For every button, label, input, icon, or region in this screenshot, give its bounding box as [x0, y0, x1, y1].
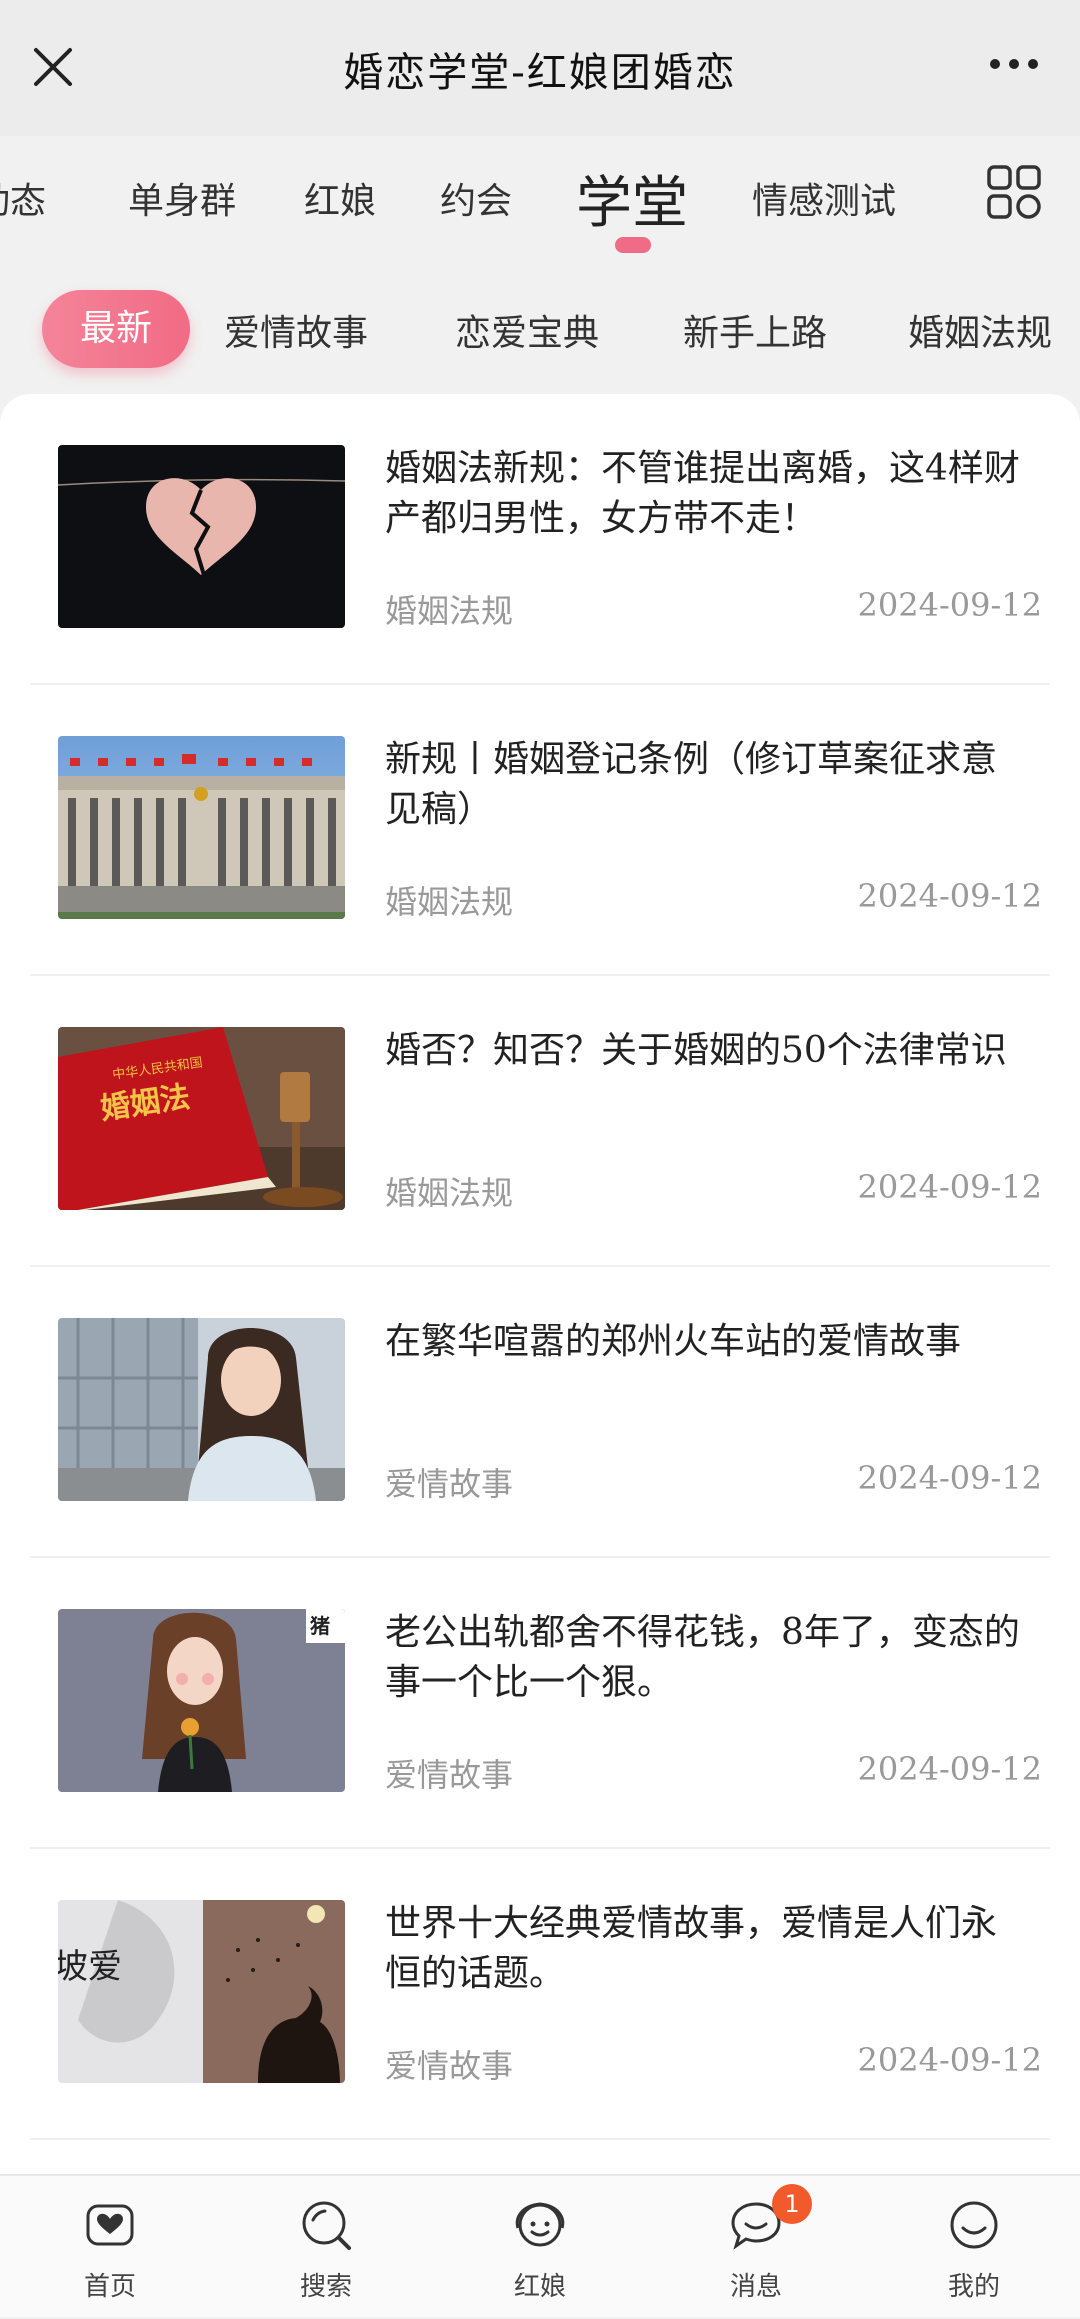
article-category: 爱情故事 — [385, 1756, 514, 1794]
article-category: 婚姻法规 — [385, 592, 514, 630]
article-date: 2024-09-12 — [857, 1459, 1043, 1497]
nav-messages-label: 消息 — [729, 2272, 782, 2302]
article-date: 2024-09-12 — [857, 586, 1043, 624]
article-item[interactable]: 新规丨婚姻登记条例（修订草案征求意见稿） 婚姻法规 2024-09-12 — [30, 685, 1050, 976]
profile-icon — [947, 2198, 1001, 2252]
category-grid-icon[interactable] — [986, 164, 1042, 220]
article-item[interactable]: 猪 老公出轨都舍不得花钱，8年了，变态的事一个比一个狠。 爱情故事 2024-0… — [30, 1558, 1050, 1849]
article-category: 婚姻法规 — [385, 883, 514, 921]
article-item[interactable]: 婚姻法新规：不管谁提出离婚，这4样财产都归男性，女方带不走！ 婚姻法规 2024… — [30, 394, 1050, 685]
svg-text:坡爱: 坡爱 — [58, 1947, 122, 1987]
article-thumbnail-love-collage: 坡爱 — [58, 1900, 345, 2083]
article-category: 爱情故事 — [385, 1465, 514, 1503]
article-thumbnail-girl-station — [58, 1318, 345, 1501]
nav-home-label: 首页 — [83, 2272, 136, 2302]
nav-profile-label: 我的 — [947, 2272, 1000, 2302]
article-date: 2024-09-12 — [857, 1750, 1043, 1788]
article-item[interactable]: 中华人民共和国 婚姻法 婚否？知否？关于婚姻的50个法律常识 婚姻法规 2024… — [30, 976, 1050, 1267]
category-tab-dynamic[interactable]: 动态 — [0, 172, 46, 224]
subtab-dating-guide[interactable]: 恋爱宝典 — [455, 304, 599, 356]
article-category: 爱情故事 — [385, 2047, 514, 2085]
nav-matchmaker[interactable]: 红娘 — [460, 2176, 620, 2319]
nav-search[interactable]: 搜索 — [246, 2176, 406, 2319]
article-title: 新规丨婚姻登记条例（修订草案征求意见稿） — [385, 739, 998, 830]
category-tab-dating[interactable]: 约会 — [440, 172, 512, 224]
sub-tabs: 最新 爱情故事 恋爱宝典 新手上路 婚姻法规 — [0, 266, 1080, 396]
search-icon — [299, 2198, 353, 2252]
article-item[interactable]: 在繁华喧嚣的郑州火车站的爱情故事 爱情故事 2024-09-12 — [30, 1267, 1050, 1558]
window-title: 婚恋学堂-红娘团婚恋 — [343, 50, 737, 96]
category-nav: 动态 单身群 红娘 约会 学堂 情感测试 — [0, 136, 1080, 266]
nav-messages[interactable]: 1 消息 — [676, 2176, 836, 2319]
nav-profile[interactable]: 我的 — [894, 2176, 1054, 2319]
nav-search-label: 搜索 — [299, 2272, 352, 2302]
article-date: 2024-09-12 — [857, 2041, 1043, 2079]
article-thumbnail-broken-heart — [58, 445, 345, 628]
subtab-beginners[interactable]: 新手上路 — [683, 304, 827, 356]
article-title: 老公出轨都舍不得花钱，8年了，变态的事一个比一个狠。 — [385, 1612, 1020, 1703]
article-thumbnail-great-hall — [58, 736, 345, 919]
article-title: 世界十大经典爱情故事，爱情是人们永恒的话题。 — [385, 1903, 998, 1994]
matchmaker-icon — [513, 2198, 567, 2252]
nav-home[interactable]: 首页 — [30, 2176, 190, 2319]
article-date: 2024-09-12 — [857, 877, 1043, 915]
active-tab-indicator — [615, 237, 651, 253]
subtab-love-stories[interactable]: 爱情故事 — [224, 304, 368, 356]
article-date: 2024-09-12 — [857, 1168, 1043, 1206]
article-title: 在繁华喧嚣的郑州火车站的爱情故事 — [385, 1321, 962, 1362]
category-tab-emotion-test[interactable]: 情感测试 — [752, 172, 896, 224]
unread-badge: 1 — [772, 2184, 812, 2224]
article-thumbnail-law-book: 中华人民共和国 婚姻法 — [58, 1027, 345, 1210]
article-thumbnail-girl-flower: 猪 — [58, 1609, 345, 1792]
article-item[interactable]: 坡爱 世界十大经典爱情故事，爱情是人们永恒的话题。 爱情故事 2024-09-1… — [30, 1849, 1050, 2140]
article-title: 婚否？知否？关于婚姻的50个法律常识 — [385, 1030, 1007, 1071]
nav-matchmaker-label: 红娘 — [513, 2272, 566, 2302]
category-tab-singles-group[interactable]: 单身群 — [128, 172, 236, 224]
title-bar: 婚恋学堂-红娘团婚恋 — [0, 0, 1080, 136]
article-title: 婚姻法新规：不管谁提出离婚，这4样财产都归男性，女方带不走！ — [385, 448, 1020, 539]
article-category: 婚姻法规 — [385, 1174, 514, 1212]
thumbnail-brand-tag: 猪 — [310, 1614, 330, 1638]
bottom-nav: 首页 搜索 红娘 1 消息 我的 — [0, 2174, 1080, 2317]
article-list: 婚姻法新规：不管谁提出离婚，这4样财产都归男性，女方带不走！ 婚姻法规 2024… — [0, 394, 1080, 2174]
subtab-marriage-law[interactable]: 婚姻法规 — [908, 304, 1052, 356]
category-tab-school[interactable]: 学堂 — [576, 158, 688, 239]
category-tab-matchmaker[interactable]: 红娘 — [304, 172, 376, 224]
subtab-latest[interactable]: 最新 — [42, 290, 190, 368]
home-heart-icon — [83, 2198, 137, 2252]
more-icon[interactable] — [988, 56, 1040, 72]
